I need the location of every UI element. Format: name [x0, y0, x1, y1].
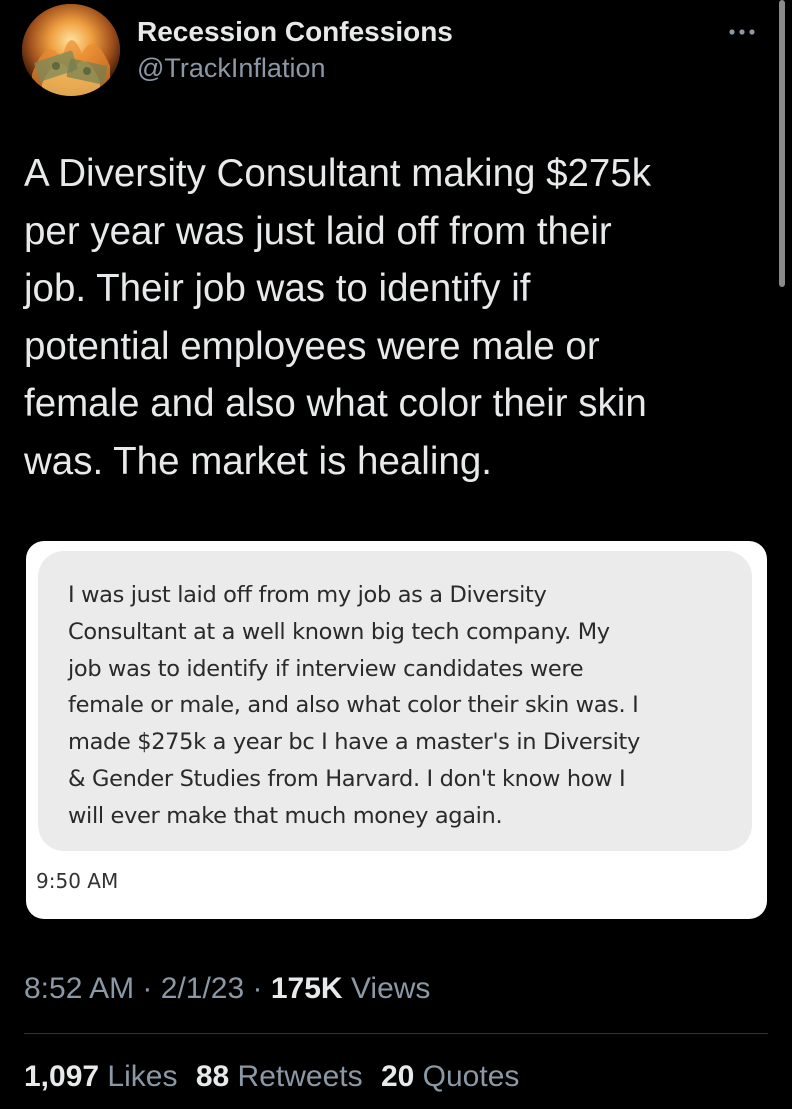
retweets-count: 88 — [195, 1060, 230, 1093]
message-bubble: I was just laid off from my job as a Div… — [38, 551, 752, 851]
tweet-text: A Diversity Consultant making $275k per … — [24, 152, 651, 483]
retweets-stat[interactable]: 88 Retweets — [196, 1060, 371, 1093]
quotes-count: 20 — [380, 1060, 415, 1093]
tweet-date[interactable]: 2/1/23 — [161, 972, 244, 1005]
likes-count: 1,097 — [24, 1060, 100, 1093]
message-timestamp: 9:50 AM — [36, 869, 119, 893]
likes-label: Likes — [107, 1060, 178, 1093]
views-count: 175K — [270, 972, 343, 1005]
retweets-label: Retweets — [237, 1060, 363, 1093]
divider — [24, 1033, 768, 1034]
author-display-name[interactable]: Recession Confessions — [137, 16, 453, 48]
quotes-label: Quotes — [422, 1060, 520, 1093]
author-handle[interactable]: @TrackInflation — [137, 53, 325, 84]
more-options-icon[interactable] — [724, 22, 764, 42]
message-bubble-text: I was just laid off from my job as a Div… — [68, 582, 640, 829]
tweet-meta: 8:52 AM · 2/1/23 · 175K Views — [24, 972, 430, 1006]
meta-separator: · — [142, 972, 153, 1005]
avatar[interactable] — [22, 4, 120, 96]
quotes-stat[interactable]: 20 Quotes — [381, 1060, 519, 1093]
quoted-message-card[interactable]: I was just laid off from my job as a Div… — [26, 541, 767, 919]
tweet-stats: 1,097 Likes 88 Retweets 20 Quotes — [24, 1060, 529, 1094]
tweet-time[interactable]: 8:52 AM — [24, 972, 134, 1005]
likes-stat[interactable]: 1,097 Likes — [24, 1060, 186, 1093]
burning-money-avatar-icon — [22, 4, 120, 96]
meta-separator: · — [252, 972, 263, 1005]
scrollbar[interactable] — [779, 0, 785, 287]
views-label: Views — [350, 972, 431, 1005]
